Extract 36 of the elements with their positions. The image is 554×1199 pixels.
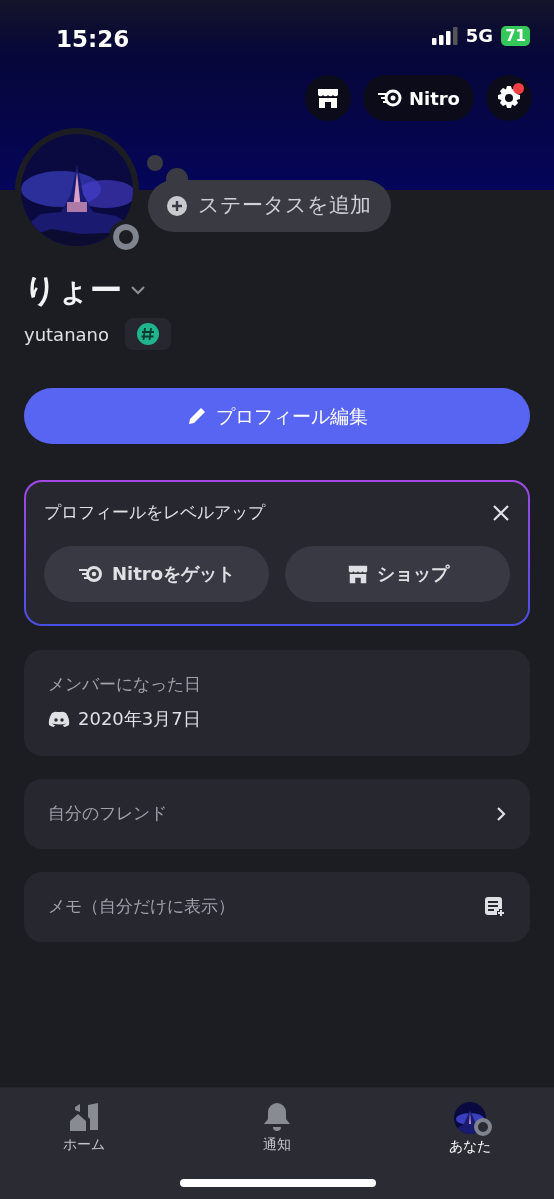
tab[interactable]: ホーム bbox=[24, 1088, 144, 1158]
signal-icon bbox=[431, 26, 458, 45]
status-indicator bbox=[474, 1118, 492, 1136]
status-indicator bbox=[113, 224, 139, 250]
get-nitro-button[interactable]: Nitroをゲット bbox=[44, 545, 269, 602]
storefront-icon bbox=[315, 86, 340, 110]
settings-button[interactable] bbox=[486, 75, 532, 121]
nitro-button[interactable]: Nitro bbox=[362, 75, 474, 121]
home-icon bbox=[69, 1102, 99, 1132]
plus-icon bbox=[166, 194, 188, 217]
card-title: プロフィールをレベルアップ bbox=[44, 501, 265, 524]
note-row[interactable]: メモ（自分だけに表示） bbox=[24, 872, 530, 942]
shop-button[interactable] bbox=[304, 75, 351, 121]
bell-icon bbox=[263, 1102, 291, 1132]
friends-row[interactable]: 自分のフレンド bbox=[24, 779, 530, 849]
nitro-icon bbox=[77, 563, 104, 584]
pencil-icon bbox=[186, 405, 208, 427]
edit-profile-button[interactable]: プロフィール編集 bbox=[24, 388, 530, 444]
controller-icon bbox=[48, 710, 70, 727]
clock: 15:26 bbox=[56, 25, 130, 54]
chevron-right-icon bbox=[496, 806, 506, 822]
battery-level: 71 bbox=[501, 25, 530, 46]
chevron-down-icon[interactable] bbox=[130, 285, 146, 295]
member-since-date: 2020年3月7日 bbox=[78, 707, 201, 731]
network-label: 5G bbox=[465, 24, 494, 48]
close-icon[interactable] bbox=[492, 503, 510, 522]
hashtag-badge-icon bbox=[137, 323, 159, 345]
tab[interactable]: あなた bbox=[410, 1088, 530, 1158]
nitro-icon bbox=[376, 88, 403, 108]
note-add-icon bbox=[484, 896, 506, 918]
shop-button[interactable]: ショップ bbox=[285, 545, 510, 602]
member-since-label: メンバーになった日 bbox=[48, 672, 202, 696]
add-status-button[interactable]: ステータスを追加 bbox=[148, 180, 391, 232]
display-name: りょー bbox=[24, 270, 122, 311]
username: yutanano bbox=[24, 322, 109, 347]
tab[interactable]: 通知 bbox=[217, 1088, 337, 1158]
